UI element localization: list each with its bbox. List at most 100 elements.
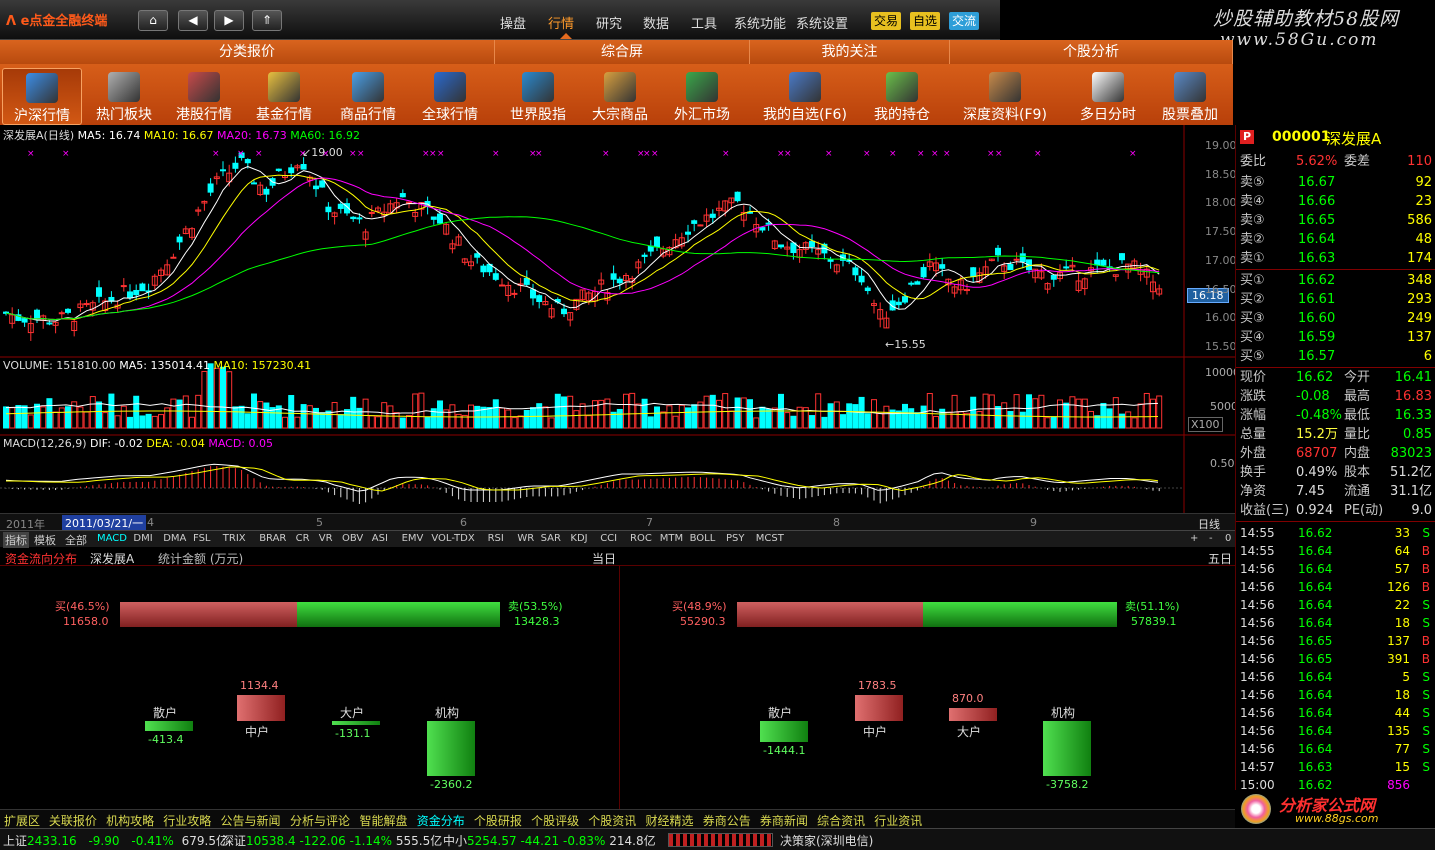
indicator-psy[interactable]: PSY bbox=[726, 533, 745, 544]
buy-level[interactable]: 买⑤ 16.57 6 bbox=[1240, 347, 1432, 366]
buy-level[interactable]: 买③ 16.60 249 bbox=[1240, 309, 1432, 328]
indicator-fsl[interactable]: FSL bbox=[193, 533, 211, 544]
sell-level[interactable]: 卖① 16.63 174 bbox=[1240, 249, 1432, 268]
broker-label[interactable]: 决策家(深圳电信) bbox=[780, 832, 873, 849]
menu-xitonggongneng[interactable]: 系统功能 bbox=[734, 13, 786, 32]
toolbar-button-hk[interactable]: 港股行情 bbox=[164, 68, 244, 125]
toolbar-button-globe[interactable]: 全球行情 bbox=[410, 68, 490, 125]
sz-index[interactable]: 深证10538.4 -122.06 -1.14% 555.5亿 bbox=[222, 832, 442, 849]
indicator-boll[interactable]: BOLL bbox=[690, 533, 716, 544]
section-my-focus[interactable]: 我的关注 bbox=[750, 40, 950, 64]
indicator-mtm[interactable]: MTM bbox=[660, 533, 683, 544]
indicator-dmi[interactable]: DMI bbox=[133, 533, 152, 544]
bottom-tab-10[interactable]: 个股资讯 bbox=[588, 812, 636, 829]
bottom-tab-0[interactable]: 扩展区 bbox=[4, 812, 40, 829]
indicator-roc[interactable]: ROC bbox=[630, 533, 652, 544]
indicator-rsi[interactable]: RSI bbox=[488, 533, 504, 544]
menu-hangqing[interactable]: 行情 bbox=[548, 13, 574, 32]
toolbar-button-world-index[interactable]: 世界股指 bbox=[498, 68, 578, 125]
exchange-button[interactable]: 交流 bbox=[949, 12, 980, 30]
menu-caopan[interactable]: 操盘 bbox=[500, 13, 526, 32]
toolbar-button-commodity[interactable]: 商品行情 bbox=[328, 68, 408, 125]
bottom-tab-6[interactable]: 智能解盘 bbox=[360, 812, 408, 829]
bottom-tab-8[interactable]: 个股研报 bbox=[474, 812, 522, 829]
bottom-tab-13[interactable]: 券商新闻 bbox=[760, 812, 808, 829]
indicator-brar[interactable]: BRAR bbox=[259, 533, 286, 544]
bottom-tab-9[interactable]: 个股评级 bbox=[531, 812, 579, 829]
toolbar-button-fund[interactable]: 基金行情 bbox=[244, 68, 324, 125]
level-price: 16.66 bbox=[1298, 194, 1336, 209]
indicator-mcst[interactable]: MCST bbox=[756, 533, 784, 544]
section-quotes[interactable]: 分类报价 bbox=[0, 40, 495, 64]
tick-time: 14:56 bbox=[1240, 634, 1275, 648]
double-chevron-up-icon[interactable]: ⇑ bbox=[252, 10, 282, 31]
bottom-tab-2[interactable]: 机构攻略 bbox=[106, 812, 154, 829]
toolbar-button-calendar[interactable]: 多日分时 bbox=[1068, 68, 1148, 125]
menu-xitongshezhi[interactable]: 系统设置 bbox=[796, 13, 848, 32]
toolbar-button-overlay[interactable]: 股票叠加 bbox=[1150, 68, 1230, 125]
indicator-vr[interactable]: VR bbox=[319, 533, 333, 544]
menu-gongju[interactable]: 工具 bbox=[691, 13, 717, 32]
indicator-macd[interactable]: MACD bbox=[97, 533, 127, 544]
indicator-obv[interactable]: OBV bbox=[342, 533, 363, 544]
indicator-vol-tdx[interactable]: VOL-TDX bbox=[431, 533, 474, 544]
arrow-right-icon[interactable]: ▶ bbox=[214, 10, 244, 31]
sell-level[interactable]: 卖⑤ 16.67 92 bbox=[1240, 173, 1432, 192]
indicator-wr[interactable]: WR bbox=[517, 533, 534, 544]
bottom-tab-1[interactable]: 关联报价 bbox=[49, 812, 97, 829]
indicator-sar[interactable]: SAR bbox=[541, 533, 561, 544]
menu-shuju[interactable]: 数据 bbox=[643, 13, 669, 32]
bottom-tab-14[interactable]: 综合资讯 bbox=[817, 812, 865, 829]
bottom-tab-15[interactable]: 行业资讯 bbox=[874, 812, 922, 829]
toolbar-button-market[interactable]: 沪深行情 bbox=[2, 68, 82, 125]
tab-indicator[interactable]: 指标 bbox=[3, 532, 29, 548]
menu-yanjiu[interactable]: 研究 bbox=[596, 13, 622, 32]
period-today[interactable]: 当日 bbox=[592, 550, 616, 567]
toolbar-button-clock[interactable]: 我的持仓 bbox=[862, 68, 942, 125]
home-icon[interactable]: ⌂ bbox=[138, 10, 168, 31]
arrow-left-icon[interactable]: ◀ bbox=[178, 10, 208, 31]
toolbar-button-bulk[interactable]: 大宗商品 bbox=[580, 68, 660, 125]
indicator-dma[interactable]: DMA bbox=[163, 533, 186, 544]
volume-bar bbox=[1050, 416, 1057, 429]
indicator-asi[interactable]: ASI bbox=[372, 533, 388, 544]
indicator-cci[interactable]: CCI bbox=[600, 533, 617, 544]
indicator-trix[interactable]: TRIX bbox=[223, 533, 246, 544]
sh-index[interactable]: 上证2433.16 -9.90 -0.41% 679.5亿 bbox=[3, 832, 228, 849]
indicator-emv[interactable]: EMV bbox=[402, 533, 424, 544]
toolbar-button-forex[interactable]: 外汇市场 bbox=[662, 68, 742, 125]
volume-bar bbox=[871, 399, 877, 429]
indicator-cr[interactable]: CR bbox=[296, 533, 310, 544]
bottom-tab-12[interactable]: 券商公告 bbox=[703, 812, 751, 829]
tab-all[interactable]: 全部 bbox=[65, 532, 87, 548]
watchlist-button[interactable]: 自选 bbox=[910, 12, 941, 30]
kline-chart[interactable]: × × × × × × × × × × × × × × × × × × × × × × × × × × × × × × × × 深发展A(日线… bbox=[0, 125, 1240, 530]
sell-level[interactable]: 卖④ 16.66 23 bbox=[1240, 192, 1432, 211]
market-breadth-bar bbox=[668, 833, 773, 847]
zoom-out-button[interactable]: - bbox=[1209, 533, 1213, 544]
toolbar-button-sector[interactable]: 热门板块 bbox=[84, 68, 164, 125]
reset-button[interactable]: 0 bbox=[1225, 533, 1231, 544]
trade-button[interactable]: 交易 bbox=[871, 12, 902, 30]
zoom-in-button[interactable]: + bbox=[1190, 533, 1198, 544]
toolbar-button-docs[interactable]: 深度资料(F9) bbox=[950, 68, 1060, 125]
volume-bar bbox=[716, 399, 722, 429]
buy-level[interactable]: 买② 16.61 293 bbox=[1240, 290, 1432, 309]
zx-index[interactable]: 中小5254.57 -44.21 -0.83% 214.8亿 bbox=[443, 832, 656, 849]
bottom-tab-5[interactable]: 分析与评论 bbox=[290, 812, 350, 829]
indicator-kdj[interactable]: KDJ bbox=[570, 533, 587, 544]
section-composite[interactable]: 综合屏 bbox=[495, 40, 750, 64]
section-stock-analysis[interactable]: 个股分析 bbox=[950, 40, 1233, 64]
toolbar-button-user[interactable]: 我的自选(F6) bbox=[750, 68, 860, 125]
bottom-tab-7[interactable]: 资金分布 bbox=[417, 812, 465, 829]
level-price: 16.61 bbox=[1298, 292, 1336, 307]
period-five-day[interactable]: 五日 bbox=[1208, 550, 1232, 567]
bottom-tab-4[interactable]: 公告与新闻 bbox=[221, 812, 281, 829]
sell-level[interactable]: 卖② 16.64 48 bbox=[1240, 230, 1432, 249]
buy-level[interactable]: 买④ 16.59 137 bbox=[1240, 328, 1432, 347]
bottom-tab-3[interactable]: 行业攻略 bbox=[163, 812, 211, 829]
tab-template[interactable]: 模板 bbox=[34, 532, 56, 548]
buy-level[interactable]: 买① 16.62 348 bbox=[1240, 271, 1432, 290]
sell-level[interactable]: 卖③ 16.65 586 bbox=[1240, 211, 1432, 230]
bottom-tab-11[interactable]: 财经精选 bbox=[646, 812, 694, 829]
